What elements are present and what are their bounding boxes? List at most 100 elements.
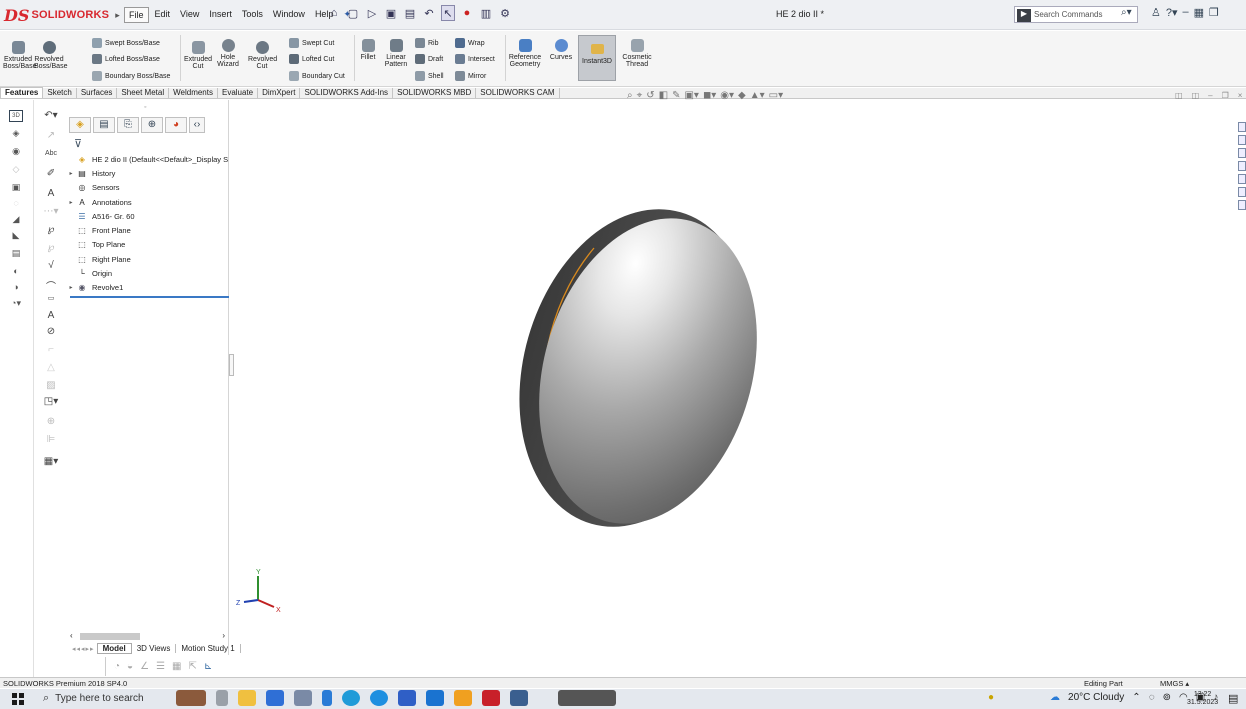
instant3d-button[interactable]: Instant3D xyxy=(578,35,616,81)
home-icon[interactable]: ⌂ xyxy=(327,5,341,21)
auto-balloon-icon[interactable]: ℘ xyxy=(43,224,59,238)
block-icon[interactable]: ◳▾ xyxy=(43,396,59,410)
file-explorer-icon[interactable] xyxy=(1238,148,1246,158)
tab-motion-study[interactable]: Motion Study 1 xyxy=(176,644,241,653)
taskbar-clock[interactable]: 13:22 31.5.2023 xyxy=(1187,691,1218,707)
solidworks-taskbar-icon[interactable] xyxy=(482,690,500,706)
extruded-cut-button[interactable]: Extruded Cut xyxy=(184,41,212,70)
weather-text[interactable]: 20°C Cloudy xyxy=(1068,692,1124,703)
revolved-boss-button[interactable]: Revolved Boss/Base xyxy=(34,41,67,70)
rib-button[interactable]: Rib xyxy=(415,38,439,48)
menu-view[interactable]: View xyxy=(176,7,203,23)
hole-callout-icon[interactable]: ⌐ xyxy=(43,344,59,358)
tab-surfaces[interactable]: Surfaces xyxy=(77,88,118,98)
note-icon[interactable]: A xyxy=(43,188,59,202)
resources-icon[interactable] xyxy=(1238,122,1246,132)
weather-icon[interactable]: ☁ xyxy=(1050,692,1060,703)
tab-sheet-metal[interactable]: Sheet Metal xyxy=(117,88,170,98)
tree-item-top-plane[interactable]: ⬚ Top Plane xyxy=(66,238,229,252)
tree-item-origin[interactable]: └ Origin xyxy=(66,266,229,280)
revolve-feature-icon[interactable]: ◉ xyxy=(9,146,23,158)
tree-item-front-plane[interactable]: ⬚ Front Plane xyxy=(66,223,229,237)
loft-feature-icon[interactable]: ▣ xyxy=(9,182,23,194)
doc-restore-icon[interactable]: ❐ xyxy=(1222,91,1229,100)
more-tabs-icon[interactable]: ‹› xyxy=(189,117,205,133)
extruded-boss-button[interactable]: Extruded Boss/Base xyxy=(3,41,36,70)
revision-symbol-icon[interactable]: △ xyxy=(43,362,59,376)
swept-cut-button[interactable]: Swept Cut xyxy=(289,38,334,48)
rebuild-icon[interactable]: ● xyxy=(460,5,474,21)
reference-geometry-button[interactable]: Reference Geometry xyxy=(508,39,542,68)
tree-item-material[interactable]: ☰ A516- Gr. 60 xyxy=(66,209,229,223)
options-gear-icon[interactable]: ⚙ xyxy=(498,5,512,21)
open-icon[interactable]: ▷ xyxy=(365,5,379,21)
sweep-feature-icon[interactable]: ◇ xyxy=(9,164,23,176)
dimxpert-manager-tab-icon[interactable]: ⊕ xyxy=(141,117,163,133)
draft-button[interactable]: Draft xyxy=(415,54,443,64)
teams-icon[interactable] xyxy=(266,690,284,706)
tree-item-right-plane[interactable]: ⬚ Right Plane xyxy=(66,252,229,266)
boundary-cut-button[interactable]: Boundary Cut xyxy=(289,71,345,81)
search-commands-field[interactable]: ▶ Search Commands xyxy=(1014,6,1138,23)
tab-nav-arrows-icon[interactable]: ◂◂◂▸▸ xyxy=(72,645,95,653)
extrude-feature-icon[interactable]: ◈ xyxy=(9,128,23,140)
app-icon[interactable] xyxy=(398,690,416,706)
chamfer-feature-icon[interactable]: ◣ xyxy=(9,230,23,242)
dished-head-part[interactable] xyxy=(484,181,791,554)
hole-feature-icon[interactable]: ▤ xyxy=(9,248,23,260)
select-icon[interactable]: ↖ xyxy=(441,5,455,21)
surface-finish-icon[interactable]: √ xyxy=(43,260,59,274)
tab-mbd[interactable]: SOLIDWORKS MBD xyxy=(393,88,477,98)
tray-chevron-icon[interactable]: ⌃ xyxy=(1132,692,1140,703)
datum-target-icon[interactable]: ⊘ xyxy=(43,326,59,340)
app-icon[interactable] xyxy=(510,690,528,706)
curve-feature-icon[interactable]: ◔▾ xyxy=(9,298,23,310)
relations-icon[interactable]: ⇱ xyxy=(188,661,196,672)
app-icon[interactable] xyxy=(322,690,332,706)
tile-icon[interactable]: ▦ xyxy=(1194,6,1204,19)
solidworks-forum-icon[interactable] xyxy=(1238,200,1246,210)
minimize-icon[interactable]: – xyxy=(1183,6,1189,19)
user-icon[interactable]: ♙ xyxy=(1151,6,1161,19)
tree-root[interactable]: ◈ HE 2 dio II (Default<<Default>_Display… xyxy=(66,152,229,166)
rectangle-icon[interactable]: ☰ xyxy=(156,661,165,672)
swept-boss-button[interactable]: Swept Boss/Base xyxy=(92,38,160,48)
app-icon[interactable] xyxy=(454,690,472,706)
lofted-cut-button[interactable]: Lofted Cut xyxy=(289,54,334,64)
doc-minimize-icon[interactable]: – xyxy=(1208,91,1212,100)
line-icon[interactable]: ∠ xyxy=(140,661,149,672)
scroll-left-icon[interactable]: ‹ xyxy=(70,631,73,640)
app-icon[interactable] xyxy=(294,690,312,706)
taskbar-search[interactable]: ⌕ Type here to search xyxy=(43,692,144,705)
scroll-thumb[interactable] xyxy=(80,633,140,640)
custom-properties-icon[interactable] xyxy=(1238,187,1246,197)
boundary-feature-icon[interactable]: ◌ xyxy=(9,198,23,210)
3d-icon[interactable]: 3D xyxy=(9,110,23,122)
view-palette-icon[interactable] xyxy=(1238,161,1246,171)
edge-icon[interactable] xyxy=(370,690,388,706)
menu-tools[interactable]: Tools xyxy=(238,7,267,23)
shell-button[interactable]: Shell xyxy=(415,71,444,81)
hole-wizard-button[interactable]: Hole Wizard xyxy=(216,39,240,68)
revolved-cut-button[interactable]: Revolved Cut xyxy=(248,41,277,70)
rollback-bar[interactable] xyxy=(70,296,229,298)
tray-apps-icon[interactable]: ◌ xyxy=(1149,692,1155,703)
tab-weldments[interactable]: Weldments xyxy=(169,88,218,98)
expand-caret-icon[interactable]: ▸ xyxy=(66,284,76,291)
centerline-icon[interactable]: ⊫ xyxy=(43,434,59,448)
tree-item-history[interactable]: ▸ ▤ History xyxy=(66,166,229,180)
tab-3d-views[interactable]: 3D Views xyxy=(132,644,177,653)
tree-item-revolve1[interactable]: ▸ ◉ Revolve1 xyxy=(66,281,229,295)
weld-symbol-icon[interactable]: ⌒ xyxy=(43,278,59,293)
tab-sketch[interactable]: Sketch xyxy=(43,88,77,98)
magnetic-line-icon[interactable]: ℘ xyxy=(43,242,59,256)
doc-close-icon[interactable]: × xyxy=(1238,91,1243,100)
sketch-arrow-icon[interactable]: ↗ xyxy=(43,130,59,144)
balloon-icon[interactable]: ⋯▾ xyxy=(43,206,59,220)
spell-check-icon[interactable]: Abc xyxy=(43,150,59,164)
fillet-feature-icon[interactable]: ◢ xyxy=(9,214,23,226)
center-mark-icon[interactable]: ⊕ xyxy=(43,416,59,430)
tab-evaluate[interactable]: Evaluate xyxy=(218,88,259,98)
app-tray-icon[interactable]: ● xyxy=(988,692,994,703)
search-scope-icon[interactable]: ▶ xyxy=(1017,8,1031,22)
